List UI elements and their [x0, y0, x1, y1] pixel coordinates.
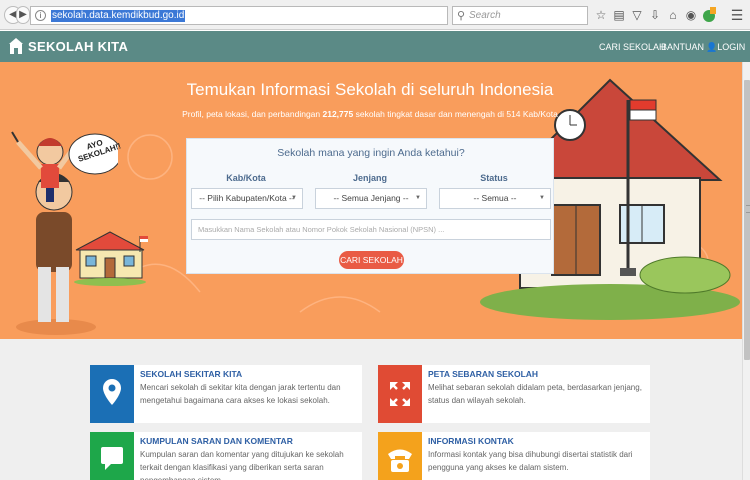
- hero-title: Temukan Informasi Sekolah di seluruh Ind…: [186, 80, 554, 99]
- card-informasi-kontak[interactable]: INFORMASI KONTAK Informasi kontak yang b…: [378, 432, 650, 480]
- browser-search-input[interactable]: ⚲ Search: [452, 6, 588, 25]
- nav-login[interactable]: 👤LOGIN: [706, 42, 745, 53]
- site-navbar: SEKOLAH KITA CARI SEKOLAH BANTUAN 👤LOGIN: [0, 31, 750, 62]
- url-text: sekolah.data.kemdikbud.go.id: [51, 10, 186, 22]
- status-selected: -- Semua --: [473, 193, 517, 203]
- page-scrollbar[interactable]: [742, 62, 750, 480]
- card-icon-box: [378, 432, 422, 480]
- nav-cari-sekolah[interactable]: CARI SEKOLAH: [599, 42, 666, 52]
- hero-subtitle-after: sekolah tingkat dasar dan menengah di 51…: [353, 109, 558, 119]
- card-title: PETA SEBARAN SEKOLAH: [428, 369, 539, 379]
- home-icon[interactable]: ⌂: [666, 7, 680, 23]
- card-sekolah-sekitar[interactable]: SEKOLAH SEKITAR KITA Mencari sekolah di …: [90, 365, 362, 423]
- chevron-down-icon: ▼: [415, 195, 421, 201]
- hero-subtitle: Profil, peta lokasi, dan perbandingan 21…: [150, 109, 590, 119]
- school-name-input[interactable]: Masukkan Nama Sekolah atau Nomor Pokok S…: [191, 219, 551, 240]
- telephone-icon: [388, 449, 412, 472]
- kabkota-select[interactable]: -- Pilih Kabupaten/Kota -- ▼: [191, 188, 303, 209]
- chat-icon[interactable]: ◉: [684, 7, 698, 23]
- card-icon-box: [378, 365, 422, 423]
- features-section: SEKOLAH SEKITAR KITA Mencari sekolah di …: [0, 339, 742, 480]
- chevron-down-icon: ▼: [539, 195, 545, 201]
- school-logo-icon: [9, 38, 23, 54]
- card-title: SEKOLAH SEKITAR KITA: [140, 369, 243, 379]
- search-panel-title: Sekolah mana yang ingin Anda ketahui?: [277, 147, 465, 159]
- jenjang-label: Jenjang: [352, 173, 387, 183]
- school-name-placeholder: Masukkan Nama Sekolah atau Nomor Pokok S…: [198, 225, 445, 234]
- jenjang-selected: -- Semua Jenjang --: [333, 193, 409, 203]
- brand-title[interactable]: SEKOLAH KITA: [28, 39, 128, 54]
- small-school-illustration: [74, 231, 148, 286]
- kabkota-label: Kab/Kota: [226, 173, 266, 183]
- browser-toolbar: ◀ ▶ i sekolah.data.kemdikbud.go.id ↻ ⚲ S…: [0, 0, 750, 30]
- reading-list-icon[interactable]: ▤: [612, 7, 626, 23]
- card-description: Mencari sekolah di sekitar kita dengan j…: [140, 383, 341, 405]
- card-saran-komentar[interactable]: KUMPULAN SARAN DAN KOMENTAR Kumpulan sar…: [90, 432, 362, 480]
- speech-bubble-icon: [101, 447, 123, 470]
- cari-sekolah-button[interactable]: CARI SEKOLAH: [339, 251, 404, 269]
- jenjang-select[interactable]: -- Semua Jenjang -- ▼: [315, 188, 427, 209]
- card-description: Melihat sebaran sekolah didalam peta, be…: [428, 383, 642, 405]
- nav-bantuan[interactable]: BANTUAN: [661, 42, 704, 52]
- nav-login-label: LOGIN: [717, 42, 746, 52]
- card-icon-box: [90, 432, 134, 480]
- hero-subtitle-before: Profil, peta lokasi, dan perbandingan: [182, 109, 323, 119]
- forward-icon[interactable]: ▶: [16, 6, 30, 24]
- search-icon: ⚲: [457, 10, 466, 22]
- chevron-down-icon: ▼: [291, 195, 297, 201]
- card-description: Kumpulan saran dan komentar yang ditujuk…: [140, 450, 344, 480]
- expand-arrows-icon: [390, 382, 410, 406]
- map-pin-icon: [103, 379, 121, 405]
- card-title: INFORMASI KONTAK: [428, 436, 514, 446]
- kabkota-selected: -- Pilih Kabupaten/Kota --: [199, 193, 295, 203]
- address-bar[interactable]: i sekolah.data.kemdikbud.go.id ↻: [30, 6, 474, 27]
- search-placeholder: Search: [469, 10, 501, 21]
- site-info-icon[interactable]: i: [35, 10, 46, 21]
- card-icon-box: [90, 365, 134, 423]
- scrollbar-grip-icon: [746, 205, 750, 213]
- scrollbar-thumb[interactable]: [744, 80, 750, 360]
- school-search-panel: Sekolah mana yang ingin Anda ketahui? Ka…: [186, 138, 554, 274]
- extension-icon[interactable]: [702, 7, 716, 23]
- menu-icon[interactable]: ☰: [730, 7, 744, 23]
- card-peta-sebaran[interactable]: PETA SEBARAN SEKOLAH Melihat sebaran sek…: [378, 365, 650, 423]
- status-label: Status: [480, 173, 508, 183]
- pocket-icon[interactable]: ▽: [630, 7, 644, 23]
- download-icon[interactable]: ⇩: [648, 7, 662, 23]
- school-count: 212,775: [322, 109, 354, 119]
- card-title: KUMPULAN SARAN DAN KOMENTAR: [140, 436, 293, 446]
- card-description: Informasi kontak yang bisa dihubungi dis…: [428, 450, 633, 472]
- status-select[interactable]: -- Semua -- ▼: [439, 188, 551, 209]
- bookmark-star-icon[interactable]: ☆: [594, 7, 608, 23]
